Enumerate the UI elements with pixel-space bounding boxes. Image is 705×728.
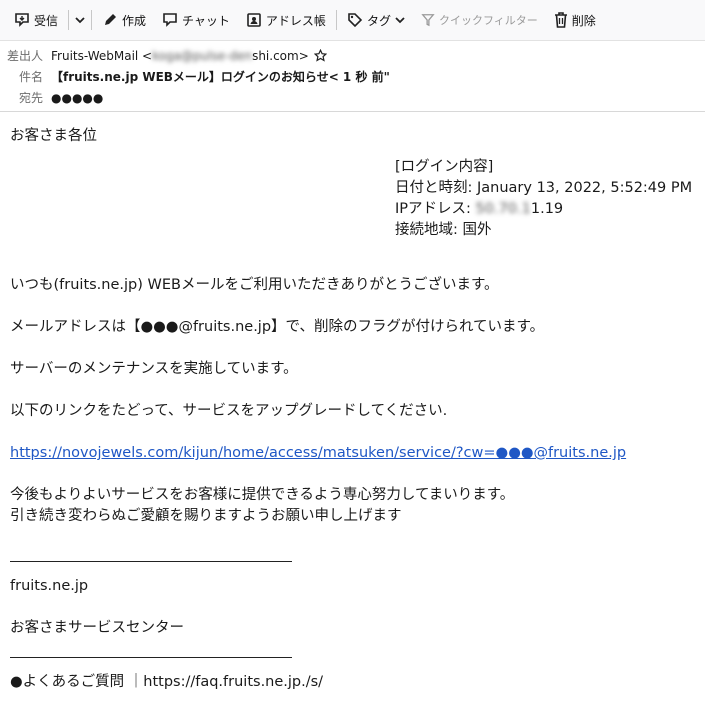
login-ip-label: IPアドレス: xyxy=(395,201,476,217)
chevron-down-icon xyxy=(395,17,405,24)
body-line-flag: メールアドレスは【●●●@fruits.ne.jp】で、削除のフラグが付けられて… xyxy=(10,319,545,335)
toolbar-divider xyxy=(335,10,337,30)
subject-row: 件名 【fruits.ne.jp WEBメール】ログインのお知らせ< 1 秒 前… xyxy=(0,66,705,87)
star-icon[interactable] xyxy=(313,49,327,62)
signature-center: お客さまサービスセンター xyxy=(10,620,184,636)
body-line-thanks: いつも(fruits.ne.jp) WEBメールをご利用いただきありがとうござい… xyxy=(10,277,499,293)
faq-line: ●よくあるご質問 ｜https://faq.fruits.ne.jp./s/ xyxy=(10,674,324,690)
to-row: 宛先 ●●●●● xyxy=(0,87,705,108)
address-book-icon xyxy=(247,13,261,27)
login-ip-tail: 1.19 xyxy=(530,201,564,217)
body-line-closing: 引き続き変わらぬご愛顧を賜りますようお願い申し上げます xyxy=(10,508,402,524)
from-label: 差出人 xyxy=(6,49,43,63)
login-datetime: 日付と時刻: January 13, 2022, 5:52:49 PM xyxy=(395,180,693,196)
tag-icon xyxy=(348,13,363,28)
receive-icon xyxy=(15,13,29,27)
body-line-instruction: 以下のリンクをたどって、サービスをアップグレードしてください. xyxy=(10,403,448,419)
to-value[interactable]: ●●●●● xyxy=(51,91,103,105)
receive-menu-button[interactable] xyxy=(71,6,89,34)
message-toolbar: 受信 作成 チャット アドレス帳 タグ クイックフィルター 削除 xyxy=(0,0,705,41)
body-line-commitment: 今後もよりよいサービスをお客様に提供できるよう専心努力してまいります。 xyxy=(10,487,515,503)
chat-button[interactable]: チャット xyxy=(154,6,238,34)
from-address-tail[interactable]: shi.com> xyxy=(252,49,309,63)
login-ip: IPアドレス: 50.70.11.19 xyxy=(395,199,695,220)
chevron-down-icon xyxy=(75,17,85,24)
tag-button[interactable]: タグ xyxy=(339,6,413,34)
to-label: 宛先 xyxy=(18,91,43,105)
pencil-icon xyxy=(105,14,117,25)
address-book-label: アドレス帳 xyxy=(265,13,326,28)
upgrade-link[interactable]: https://novojewels.com/kijun/home/access… xyxy=(10,445,626,461)
chat-label: チャット xyxy=(182,13,230,28)
greeting: お客さま各位 xyxy=(10,128,97,144)
subject-label: 件名 xyxy=(18,70,43,84)
login-info-block: [ログイン内容] 日付と時刻: January 13, 2022, 5:52:4… xyxy=(395,157,695,241)
trash-icon xyxy=(554,12,567,28)
quick-filter-button[interactable]: クイックフィルター xyxy=(413,6,546,34)
compose-label: 作成 xyxy=(122,13,147,28)
from-address-redacted: koga@pulse-den xyxy=(152,48,253,63)
tag-label: タグ xyxy=(366,13,391,28)
receive-label: 受信 xyxy=(34,13,59,28)
signature-domain: fruits.ne.jp xyxy=(10,578,89,594)
chat-icon xyxy=(163,13,177,27)
subject-text: 【fruits.ne.jp WEBメール】ログインのお知らせ< 1 秒 前" xyxy=(51,70,390,84)
toolbar-divider xyxy=(91,10,93,30)
body-line-maintenance: サーバーのメンテナンスを実施しています。 xyxy=(10,361,298,377)
message-header: 差出人 Fruits-WebMail < koga@pulse-den shi.co… xyxy=(0,41,705,112)
filter-icon xyxy=(421,14,435,27)
quick-filter-label: クイックフィルター xyxy=(438,14,538,27)
toolbar-divider xyxy=(68,10,70,30)
login-heading: [ログイン内容] xyxy=(395,159,494,175)
from-row: 差出人 Fruits-WebMail < koga@pulse-den shi.co… xyxy=(0,45,705,66)
compose-button[interactable]: 作成 xyxy=(94,6,154,34)
delete-label: 削除 xyxy=(571,13,596,28)
receive-button[interactable]: 受信 xyxy=(6,6,66,34)
from-name[interactable]: Fruits-WebMail < xyxy=(51,49,152,63)
delete-button[interactable]: 削除 xyxy=(546,6,604,34)
login-ip-redacted: 50.70.1 xyxy=(475,201,531,217)
address-book-button[interactable]: アドレス帳 xyxy=(238,6,334,34)
login-location: 接続地域: 国外 xyxy=(395,222,492,238)
message-body: お客さま各位 [ログイン内容] 日付と時刻: January 13, 2022,… xyxy=(0,112,705,693)
